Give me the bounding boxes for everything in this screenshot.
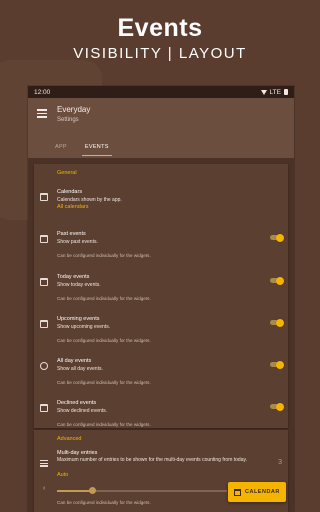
list-icon <box>40 460 48 468</box>
past-events-toggle[interactable] <box>270 233 284 242</box>
multi-day-slider[interactable] <box>57 487 227 494</box>
battery-icon <box>284 89 288 95</box>
setting-title: Past events <box>57 231 86 237</box>
app-subtitle: Settings <box>57 117 79 123</box>
app-bar: Everyday Settings APP EVENTS <box>28 98 294 158</box>
tab-events[interactable]: EVENTS <box>81 142 112 156</box>
calendar-declined-icon <box>40 404 48 412</box>
setting-description: Show past events. <box>57 239 98 245</box>
setting-title: Multi-day entries <box>57 450 98 456</box>
wifi-icon <box>260 89 267 95</box>
section-title-general: General <box>57 170 77 176</box>
declined-events-toggle[interactable] <box>270 402 284 411</box>
app-title: Everyday <box>57 105 91 114</box>
setting-note: Can be configured individually for the w… <box>57 380 151 385</box>
tab-bar: APP EVENTS <box>52 142 112 156</box>
calendar-check-icon <box>40 235 48 243</box>
slider-thumb[interactable] <box>89 487 97 494</box>
setting-value: Auto <box>57 472 69 478</box>
setting-title: All day events <box>57 358 92 364</box>
tab-app[interactable]: APP <box>52 142 70 156</box>
setting-description: Calendars shown by the app. <box>57 197 122 203</box>
network-label: LTE <box>269 88 281 96</box>
setting-note: Can be configured individually for the w… <box>57 296 151 301</box>
section-title-advanced: Advanced <box>57 436 82 442</box>
setting-description: Show today events. <box>57 282 101 288</box>
all-day-events-toggle[interactable] <box>270 360 284 369</box>
setting-description: Show all day events. <box>57 366 103 372</box>
calendar-upcoming-icon <box>40 320 48 328</box>
fab-label: CALENDAR <box>245 489 280 495</box>
setting-note: Can be configured individually for the w… <box>57 422 151 427</box>
setting-description: Show declined events. <box>57 408 108 414</box>
setting-title: Calendars <box>57 189 83 195</box>
setting-title: Upcoming events <box>57 316 100 322</box>
calendar-icon <box>234 488 241 496</box>
calendar-today-icon <box>40 278 48 286</box>
setting-note: Can be configured individually for the w… <box>57 500 151 505</box>
upcoming-events-toggle[interactable] <box>270 318 284 327</box>
clock-icon <box>40 362 48 370</box>
general-card: General Calendars Calendars shown by the… <box>34 164 288 428</box>
calendar-fab-button[interactable]: CALENDAR <box>228 482 286 502</box>
setting-title: Today events <box>57 274 90 280</box>
status-time: 12:00 <box>34 88 51 96</box>
calendar-icon <box>40 193 48 201</box>
chevron-left-icon[interactable]: ‹ <box>43 485 45 492</box>
setting-note: Can be configured individually for the w… <box>57 253 151 258</box>
status-bar: 12:00 LTE <box>28 86 294 98</box>
today-events-toggle[interactable] <box>270 276 284 285</box>
promo-title: Events <box>117 14 203 42</box>
phone-screen: 12:00 LTE Everyday Settings APP EVENTS G… <box>28 86 294 512</box>
promo-subtitle: VISIBILITY | LAYOUT <box>73 45 247 62</box>
setting-note: Can be configured individually for the w… <box>57 338 151 343</box>
setting-description: Maximum number of entries to be shown fo… <box>57 457 247 463</box>
slider-value: 3 <box>278 459 282 466</box>
menu-icon[interactable] <box>37 109 47 120</box>
setting-value: All calendars <box>57 204 89 210</box>
setting-description: Show upcoming events. <box>57 324 111 330</box>
setting-title: Declined events <box>57 400 97 406</box>
